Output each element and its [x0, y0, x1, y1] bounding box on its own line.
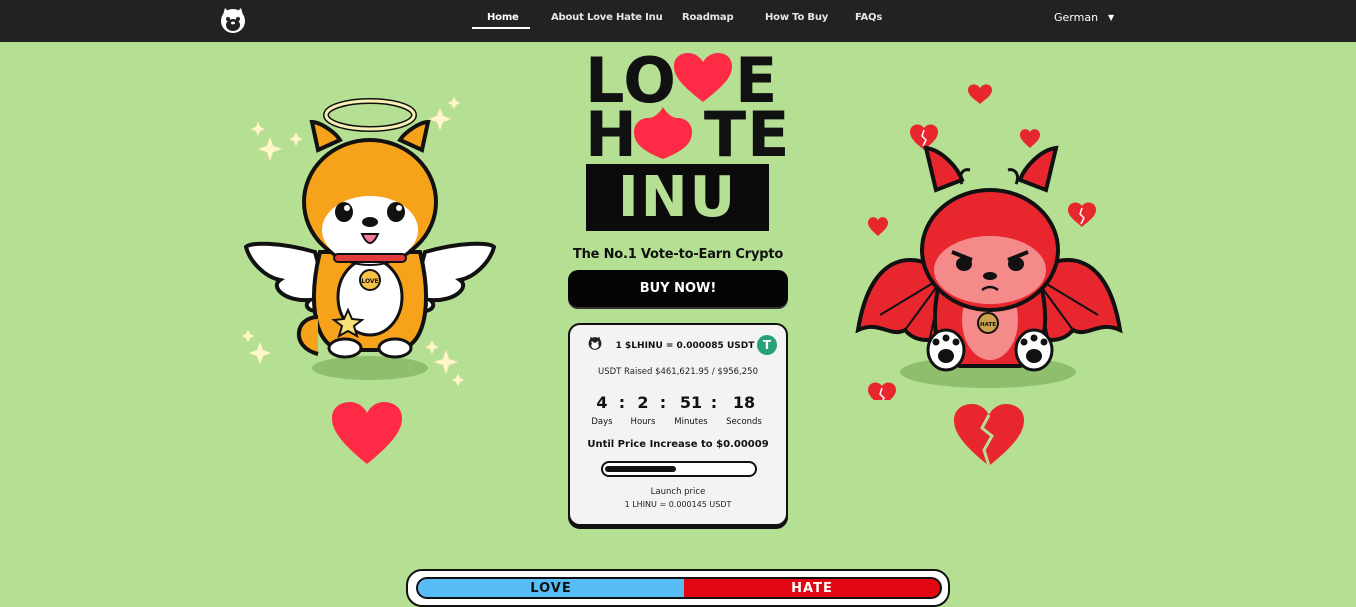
caret-down-icon[interactable]: ▼: [1108, 13, 1114, 22]
countdown-days-value: 4: [596, 393, 608, 412]
logo-hate-right: TE: [703, 98, 791, 171]
countdown-minutes-value: 51: [679, 393, 703, 412]
broken-heart-icon: [954, 404, 1024, 467]
price-increase-text: Until Price Increase to $0.00009: [587, 439, 769, 450]
language-selector[interactable]: German: [1054, 11, 1098, 24]
nav-active-underline: [472, 27, 530, 29]
countdown-minutes-label: Minutes: [674, 417, 708, 427]
usdt-raised: USDT Raised $461,621.95 / $956,250: [597, 367, 758, 377]
love-heart-icon: [332, 402, 402, 464]
nav-home[interactable]: Home: [487, 12, 519, 23]
devil-dog-illustration: HATE: [855, 84, 1123, 400]
inu-face-icon[interactable]: [218, 5, 248, 35]
countdown-hours-value: 2: [637, 393, 649, 412]
inu-face-icon: [588, 336, 602, 350]
countdown-seconds-label: Seconds: [726, 417, 762, 427]
presale-progress-fill: [605, 466, 676, 472]
countdown-separator: :: [659, 393, 667, 412]
presale-card: 1 $LHINU = 0.000085 USDT T USDT Raised $…: [568, 323, 788, 526]
countdown-seconds-value: 18: [732, 393, 756, 412]
devil-collar-tag: HATE: [980, 322, 996, 328]
nav-roadmap[interactable]: Roadmap: [682, 12, 734, 23]
countdown-hours-label: Hours: [630, 417, 656, 427]
angel-dog-illustration: LOVE: [241, 96, 497, 387]
countdown-separator: :: [710, 393, 718, 412]
heart-o-icon: [674, 53, 732, 102]
nav-about[interactable]: About Love Hate Inu: [551, 12, 663, 23]
angel-collar-tag: LOVE: [361, 278, 378, 285]
top-nav: Home About Love Hate Inu Roadmap How To …: [0, 0, 1356, 42]
logo-hate-left: H: [585, 98, 638, 171]
buy-now-button[interactable]: BUY NOW!: [568, 270, 788, 307]
presale-progress-bar: [601, 461, 757, 477]
launch-price-value: 1 LHINU = 0.000145 USDT: [624, 500, 732, 509]
hate-vote-segment[interactable]: HATE: [684, 577, 942, 599]
token-rate: 1 $LHINU = 0.000085 USDT: [615, 341, 755, 351]
logo-inu-box: INU: [586, 164, 769, 231]
love-vote-segment[interactable]: LOVE: [416, 577, 684, 599]
nav-how-to-buy[interactable]: How To Buy: [765, 12, 828, 23]
logo-inu-text: INU: [617, 164, 738, 230]
tether-icon: T: [757, 335, 777, 355]
love-hate-vote-bar: LOVE HATE: [406, 569, 950, 607]
nav-faqs[interactable]: FAQs: [855, 12, 882, 23]
tagline: The No.1 Vote-to-Earn Crypto: [572, 247, 784, 262]
launch-price-label: Launch price: [650, 487, 706, 497]
heart-a-icon: [634, 107, 692, 159]
